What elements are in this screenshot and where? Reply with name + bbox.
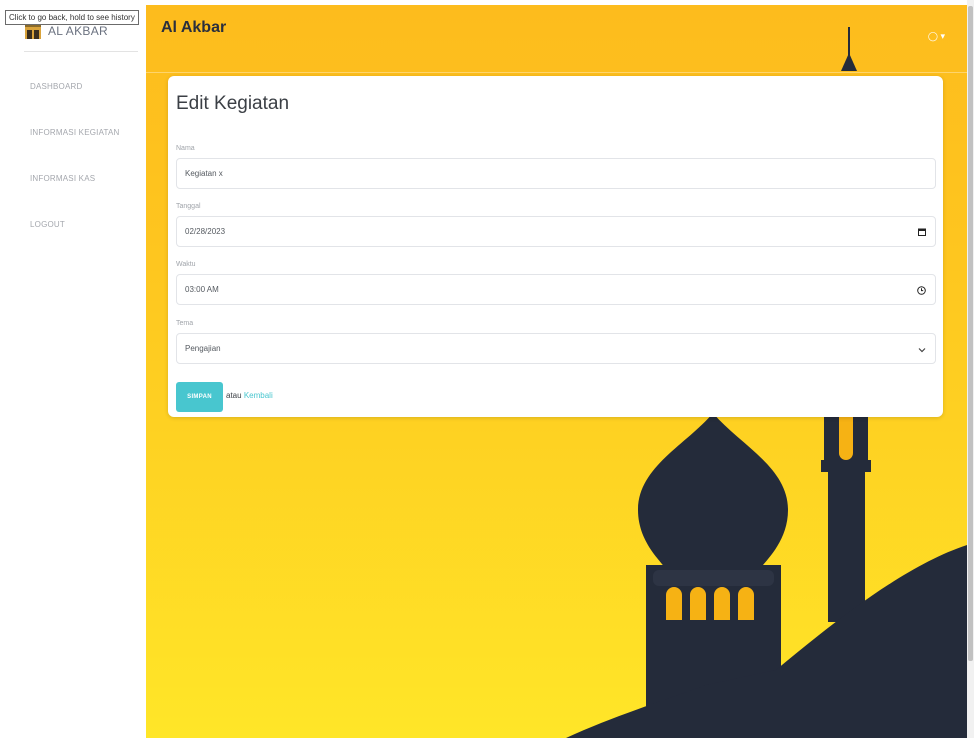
tema-label: Tema [176, 320, 194, 327]
user-menu[interactable]: ◯ ▾ [928, 31, 945, 42]
tanggal-input[interactable]: 02/28/2023 [176, 216, 936, 247]
top-bar: Al Akbar ◯ ▾ [146, 5, 967, 73]
mosque-logo-icon [25, 25, 41, 39]
sidebar-item-informasi-kegiatan[interactable]: INFORMASI KEGIATAN [0, 122, 146, 168]
nama-value: Kegiatan x [185, 169, 223, 178]
waktu-value: 03:00 AM [185, 285, 219, 294]
tanggal-label: Tanggal [176, 203, 201, 210]
sidebar-nav: DASHBOARD INFORMASI KEGIATAN INFORMASI K… [0, 76, 146, 260]
back-row: atau Kembali [226, 391, 273, 400]
clock-icon[interactable] [917, 286, 926, 295]
nama-input[interactable]: Kegiatan x [176, 158, 936, 189]
save-button[interactable]: SIMPAN [176, 382, 223, 412]
page-title: Edit Kegiatan [176, 93, 290, 114]
waktu-label: Waktu [176, 261, 196, 268]
chevron-down-icon: ▾ [940, 31, 945, 41]
app-title: Al Akbar [161, 19, 227, 36]
globe-icon: ◯ [927, 31, 938, 41]
nama-label: Nama [176, 145, 195, 152]
back-link[interactable]: Kembali [244, 391, 273, 400]
waktu-input[interactable]: 03:00 AM [176, 274, 936, 305]
sidebar-item-logout[interactable]: LOGOUT [0, 214, 146, 260]
tema-select[interactable]: Pengajian [176, 333, 936, 364]
brand[interactable]: AL AKBAR [24, 22, 138, 52]
chevron-down-icon [918, 348, 926, 353]
back-tooltip: Click to go back, hold to see history [5, 10, 139, 25]
sidebar-item-informasi-kas[interactable]: INFORMASI KAS [0, 168, 146, 214]
sidebar-item-dashboard[interactable]: DASHBOARD [0, 76, 146, 122]
sidebar: Click to go back, hold to see history AL… [0, 0, 146, 738]
tanggal-value: 02/28/2023 [185, 227, 226, 236]
or-text: atau [226, 391, 242, 400]
edit-form-card: Edit Kegiatan Nama Kegiatan x Tanggal 02… [168, 76, 943, 417]
scrollbar-thumb[interactable] [968, 6, 973, 661]
calendar-icon[interactable] [918, 228, 926, 236]
tema-value: Pengajian [185, 344, 221, 353]
